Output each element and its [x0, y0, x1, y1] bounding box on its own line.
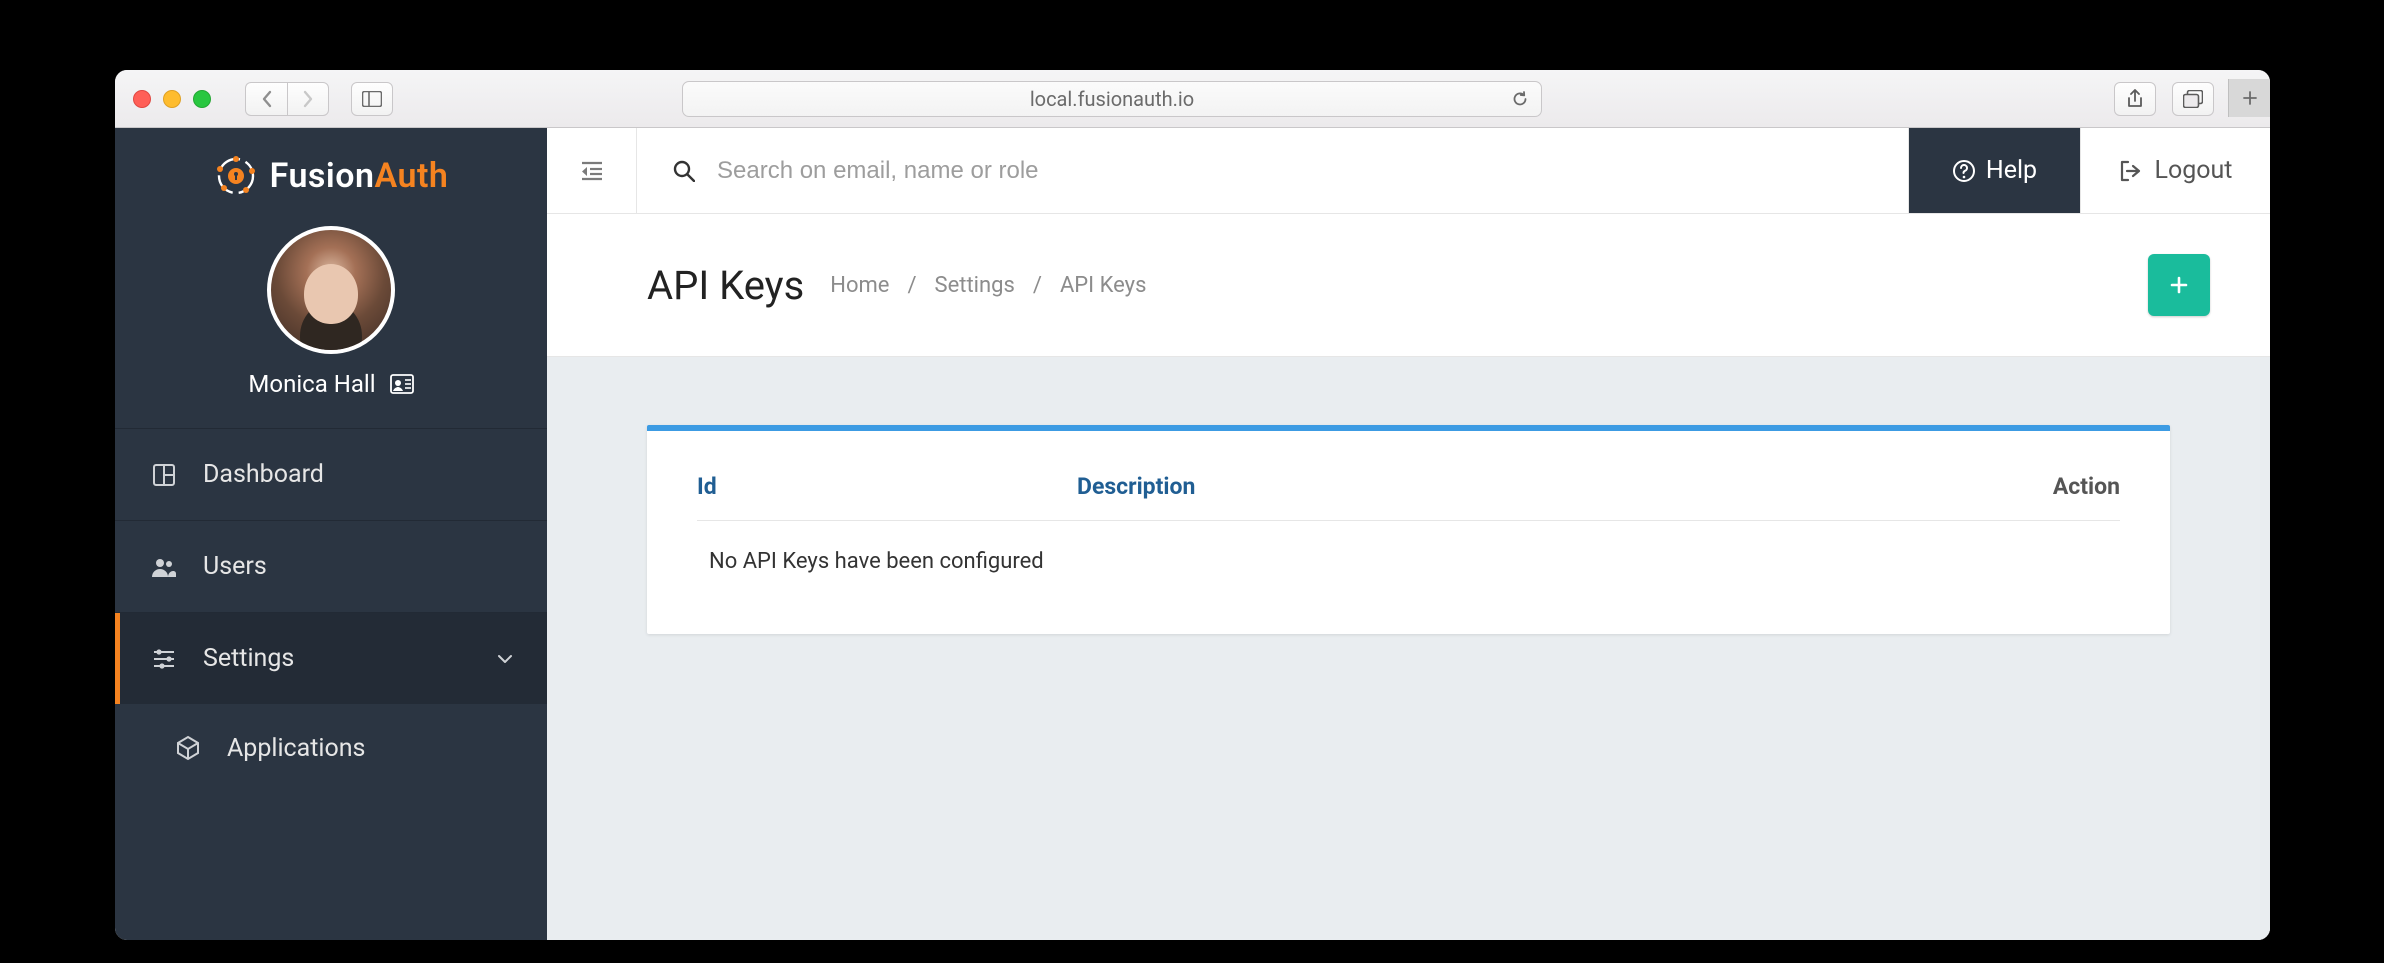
topbar: Help Logout [547, 128, 2270, 214]
sidebar-item-dashboard[interactable]: Dashboard [115, 428, 547, 520]
search-icon [673, 160, 695, 182]
browser-chrome: local.fusionauth.io [115, 70, 2270, 128]
empty-state-message: No API Keys have been configured [697, 521, 2120, 574]
sidebar-item-settings[interactable]: Settings [115, 612, 547, 704]
close-window-button[interactable] [133, 90, 151, 108]
sidebar: FusionAuth Monica Hall Dashboard [115, 128, 547, 940]
chevron-left-icon [261, 90, 273, 108]
fusionauth-logo-icon [214, 154, 258, 198]
window-controls [133, 90, 211, 108]
dashboard-icon [149, 463, 179, 487]
browser-tabs-button[interactable] [2172, 82, 2214, 116]
sidebar-item-label: Settings [203, 644, 294, 673]
chevron-right-icon [302, 90, 314, 108]
app-body: FusionAuth Monica Hall Dashboard [115, 128, 2270, 940]
brand-text: FusionAuth [270, 156, 449, 196]
content-area: Id Description Action No API Keys have b… [547, 357, 2270, 940]
browser-url: local.fusionauth.io [1030, 87, 1194, 111]
help-icon [1952, 159, 1976, 183]
browser-new-tab-button[interactable] [2228, 79, 2270, 117]
breadcrumb-separator: / [1033, 273, 1042, 298]
breadcrumb-current: API Keys [1060, 273, 1147, 298]
search-input[interactable] [717, 157, 1872, 185]
page-title: API Keys [647, 262, 804, 309]
column-header-id[interactable]: Id [697, 473, 1077, 500]
breadcrumb-separator: / [907, 273, 916, 298]
tabs-icon [2183, 90, 2203, 108]
table-header-row: Id Description Action [697, 473, 2120, 521]
breadcrumb-home[interactable]: Home [830, 273, 889, 298]
user-display-name: Monica Hall [248, 370, 375, 398]
sidebar-item-label: Users [203, 552, 267, 581]
brand-logo[interactable]: FusionAuth [115, 128, 547, 208]
logout-button[interactable]: Logout [2080, 128, 2270, 213]
logout-icon [2119, 160, 2143, 182]
panel-icon [362, 91, 382, 107]
sidebar-item-applications[interactable]: Applications [115, 704, 547, 792]
sidebar-item-label: Dashboard [203, 460, 324, 489]
outdent-icon [580, 161, 604, 181]
search-container [637, 157, 1908, 185]
breadcrumb: Home / Settings / API Keys [830, 273, 1146, 298]
user-avatar[interactable] [267, 226, 395, 354]
breadcrumb-settings[interactable]: Settings [935, 273, 1015, 298]
column-header-action: Action [2053, 473, 2120, 500]
chevron-down-icon [497, 654, 513, 664]
help-button[interactable]: Help [1908, 128, 2080, 213]
page-header: API Keys Home / Settings / API Keys [547, 214, 2270, 357]
id-card-icon[interactable] [390, 374, 414, 394]
reload-icon[interactable] [1511, 90, 1529, 108]
minimize-window-button[interactable] [163, 90, 181, 108]
help-label: Help [1986, 156, 2037, 185]
logout-label: Logout [2155, 156, 2233, 185]
browser-address-bar[interactable]: local.fusionauth.io [682, 81, 1542, 117]
main-content: Help Logout API Keys Home / Settings / A… [547, 128, 2270, 940]
browser-window: local.fusionauth.io [115, 70, 2270, 940]
browser-sidebar-button[interactable] [351, 82, 393, 116]
browser-back-button[interactable] [245, 82, 287, 116]
api-keys-card: Id Description Action No API Keys have b… [647, 425, 2170, 634]
browser-share-button[interactable] [2114, 82, 2156, 116]
cube-icon [173, 735, 203, 761]
user-name-row: Monica Hall [115, 370, 547, 428]
share-icon [2126, 89, 2144, 109]
plus-icon [2170, 276, 2188, 294]
column-header-description[interactable]: Description [1077, 473, 2053, 500]
plus-icon [2242, 90, 2258, 106]
sliders-icon [149, 648, 179, 670]
collapse-sidebar-button[interactable] [547, 128, 637, 213]
browser-forward-button[interactable] [287, 82, 329, 116]
users-icon [149, 556, 179, 578]
sidebar-item-users[interactable]: Users [115, 520, 547, 612]
sidebar-item-label: Applications [227, 734, 365, 763]
maximize-window-button[interactable] [193, 90, 211, 108]
add-api-key-button[interactable] [2148, 254, 2210, 316]
